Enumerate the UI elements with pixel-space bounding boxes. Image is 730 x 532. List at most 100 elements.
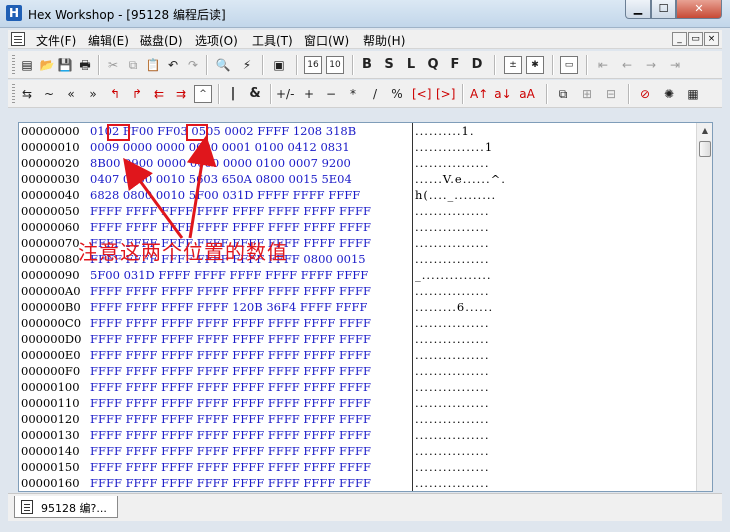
properties-icon[interactable]: ▭ (560, 56, 578, 74)
find-icon[interactable]: 🔍 (214, 56, 232, 74)
mdi-close-button[interactable]: × (704, 32, 719, 46)
mdi-minimize-button[interactable]: _ (672, 32, 687, 46)
hex-row[interactable]: FFFF FFFF FFFF FFFF FFFF FFFF FFFF FFFF (90, 395, 412, 411)
ascii-row[interactable]: _............... (413, 267, 695, 283)
hex-row[interactable]: FFFF FFFF FFFF FFFF FFFF FFFF FFFF FFFF (90, 219, 412, 235)
ascii-row[interactable]: .........6...... (413, 299, 695, 315)
ascii-row[interactable]: ................ (413, 411, 695, 427)
hex-row[interactable]: 6828 0800 0010 5F00 031D FFFF FFFF FFFF (90, 187, 412, 203)
last-icon[interactable]: ⇥ (666, 56, 684, 74)
minimize-button[interactable]: ▁ (625, 0, 651, 19)
hex-row[interactable]: FFFF FFFF FFFF FFFF FFFF FFFF FFFF FFFF (90, 331, 412, 347)
hex-row[interactable]: FFFF FFFF FFFF FFFF FFFF FFFF FFFF FFFF (90, 411, 412, 427)
hex-row[interactable]: FFFF FFFF FFFF FFFF FFFF FFFF FFFF FFFF (90, 443, 412, 459)
menu-options[interactable]: 选项(O) (195, 32, 238, 49)
menu-disk[interactable]: 磁盘(D) (140, 32, 183, 49)
double-icon[interactable]: D (468, 56, 486, 74)
xor-icon[interactable]: ^ (194, 85, 212, 103)
hex-row[interactable]: FFFF FFFF FFFF FFFF FFFF FFFF FFFF FFFF (90, 427, 412, 443)
ascii-row[interactable]: ................ (413, 379, 695, 395)
base10-icon[interactable]: 10 (326, 56, 344, 74)
rotate-right-icon[interactable]: ↱ (128, 85, 146, 103)
close-button[interactable]: ✕ (676, 0, 722, 19)
calculator-icon[interactable]: ± (504, 56, 522, 74)
ascii-row[interactable]: ................ (413, 395, 695, 411)
hex-row[interactable]: FFFF FFFF FFFF FFFF FFFF FFFF FFFF FFFF (90, 475, 412, 491)
menu-help[interactable]: 帮助(H) (363, 32, 405, 49)
ascii-row[interactable]: ................ (413, 219, 695, 235)
invert-icon[interactable]: ~ (40, 85, 58, 103)
new-file-icon[interactable]: ▤ (18, 56, 36, 74)
divide-icon[interactable]: / (366, 85, 384, 103)
add-icon[interactable]: + (300, 85, 318, 103)
hex-row[interactable]: 5F00 031D FFFF FFFF FFFF FFFF FFFF FFFF (90, 267, 412, 283)
ascii-row[interactable]: ................ (413, 363, 695, 379)
block-shift-left-icon[interactable]: ⇇ (150, 85, 168, 103)
ascii-row[interactable]: ......V.e......^. (413, 171, 695, 187)
negate-icon[interactable]: +/- (276, 85, 294, 103)
ascii-row[interactable]: ................ (413, 331, 695, 347)
hex-row[interactable]: FFFF FFFF FFFF FFFF FFFF FFFF FFFF FFFF (90, 379, 412, 395)
float-icon[interactable]: F (446, 56, 464, 74)
block-left-icon[interactable]: [<] (412, 85, 431, 103)
block-shift-right-icon[interactable]: ⇉ (172, 85, 190, 103)
subtract-icon[interactable]: − (322, 85, 340, 103)
paste-icon[interactable]: 📋 (144, 56, 162, 74)
ascii-row[interactable]: ................ (413, 155, 695, 171)
swap-icon[interactable]: ⇆ (18, 85, 36, 103)
maximize-button[interactable]: ☐ (651, 0, 676, 19)
goto-icon[interactable]: ▣ (270, 56, 288, 74)
hex-row[interactable]: 0102 FF00 FF03 0505 0002 FFFF 1208 318B (90, 123, 412, 139)
ascii-row[interactable]: ................ (413, 347, 695, 363)
ascii-row[interactable]: ................ (413, 475, 695, 491)
rotate-left-icon[interactable]: ↰ (106, 85, 124, 103)
hex-row[interactable]: FFFF FFFF FFFF FFFF FFFF FFFF FFFF FFFF (90, 459, 412, 475)
hex-row[interactable]: 0009 0000 0000 0000 0001 0100 0412 0831 (90, 139, 412, 155)
settings-icon[interactable]: ✺ (660, 85, 678, 103)
hex-row[interactable]: FFFF FFFF FFFF FFFF 120B 36F4 FFFF FFFF (90, 299, 412, 315)
ascii-row[interactable]: ................ (413, 251, 695, 267)
long-icon[interactable]: L (402, 56, 420, 74)
prev-icon[interactable]: ← (618, 56, 636, 74)
find-replace-icon[interactable]: ⚡ (238, 56, 256, 74)
copy-icon[interactable]: ⧉ (124, 56, 142, 74)
document-tab[interactable]: 95128 编?... (14, 496, 118, 518)
ascii-row[interactable]: ................ (413, 443, 695, 459)
calculator-icon[interactable]: ▦ (684, 85, 702, 103)
menu-file[interactable]: 文件(F) (36, 32, 76, 49)
hex-editor[interactable]: 00000000 00000010 00000020 00000030 0000… (18, 122, 713, 492)
document-icon[interactable] (11, 32, 25, 46)
print-icon[interactable]: 🖶 (76, 56, 94, 74)
modulus-icon[interactable]: % (388, 85, 406, 103)
menu-window[interactable]: 窗口(W) (304, 32, 349, 49)
open-folder-icon[interactable]: 📂 (38, 56, 56, 74)
vertical-scrollbar[interactable]: ▲ (696, 123, 712, 491)
ascii-row[interactable]: h(...._......... (413, 187, 695, 203)
byte-icon[interactable]: B (358, 56, 376, 74)
hex-row[interactable]: FFFF FFFF FFFF FFFF FFFF FFFF FFFF FFFF (90, 363, 412, 379)
ascii-row[interactable]: ................ (413, 315, 695, 331)
hex-row[interactable]: FFFF FFFF FFFF FFFF FFFF FFFF FFFF FFFF (90, 283, 412, 299)
structure-icon[interactable]: ⊟ (602, 85, 620, 103)
ascii-row[interactable]: ................ (413, 427, 695, 443)
compare-icon[interactable]: ⧉ (554, 85, 572, 103)
redo-icon[interactable]: ↷ (184, 56, 202, 74)
shift-left-icon[interactable]: « (62, 85, 80, 103)
and-icon[interactable]: & (246, 85, 264, 103)
mdi-restore-button[interactable]: ▭ (688, 32, 703, 46)
hex-column[interactable]: 0102 FF00 FF03 0505 0002 FFFF 1208 318B … (90, 123, 412, 491)
menu-tools[interactable]: 工具(T) (252, 32, 293, 49)
invert-case-icon[interactable]: aA (518, 85, 536, 103)
or-icon[interactable]: | (224, 85, 242, 103)
quad-icon[interactable]: Q (424, 56, 442, 74)
ascii-row[interactable]: ..........1. (413, 123, 695, 139)
hex-row[interactable]: 8B00 0900 0000 0000 0000 0100 0007 9200 (90, 155, 412, 171)
undo-icon[interactable]: ↶ (164, 56, 182, 74)
scroll-thumb[interactable] (699, 141, 711, 157)
hex-row[interactable]: FFFF FFFF FFFF FFFF FFFF FFFF FFFF FFFF (90, 347, 412, 363)
disable-icon[interactable]: ⊘ (636, 85, 654, 103)
ascii-row[interactable]: ................ (413, 459, 695, 475)
short-icon[interactable]: S (380, 56, 398, 74)
next-icon[interactable]: → (642, 56, 660, 74)
first-icon[interactable]: ⇤ (594, 56, 612, 74)
